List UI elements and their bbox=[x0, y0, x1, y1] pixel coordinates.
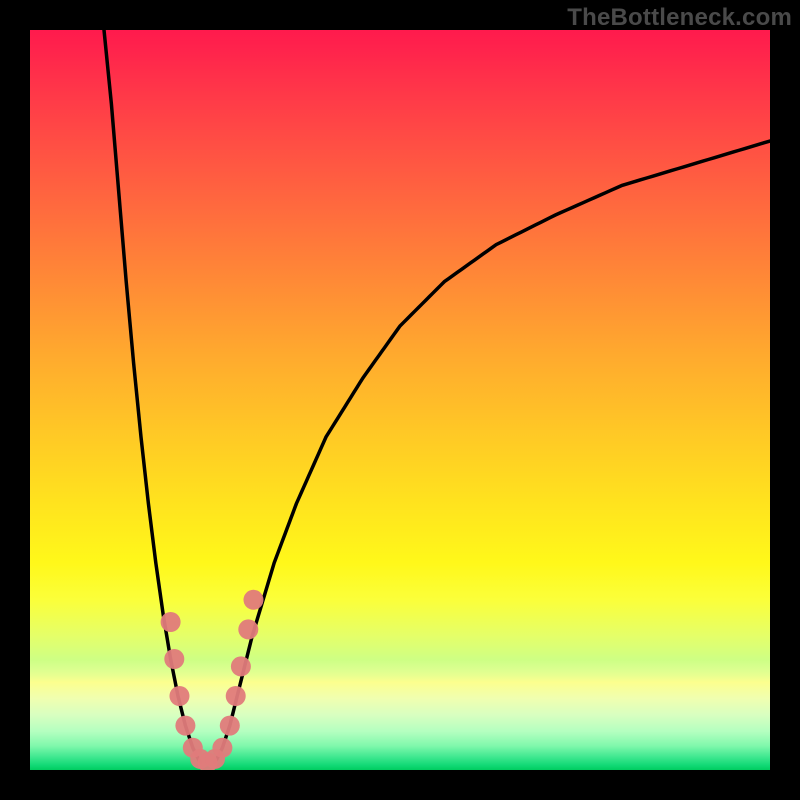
data-marker bbox=[220, 716, 240, 736]
data-marker bbox=[231, 656, 251, 676]
data-marker bbox=[164, 649, 184, 669]
watermark-text: TheBottleneck.com bbox=[567, 4, 792, 32]
data-marker bbox=[238, 619, 258, 639]
data-marker bbox=[175, 716, 195, 736]
data-marker bbox=[169, 686, 189, 706]
frame: TheBottleneck.com bbox=[0, 0, 800, 800]
data-marker bbox=[161, 612, 181, 632]
curve-left-curve bbox=[104, 30, 200, 763]
data-marker bbox=[212, 738, 232, 758]
plot-area bbox=[30, 30, 770, 770]
data-marker bbox=[226, 686, 246, 706]
curve-right-curve bbox=[215, 141, 770, 763]
chart-svg bbox=[30, 30, 770, 770]
data-marker bbox=[243, 590, 263, 610]
